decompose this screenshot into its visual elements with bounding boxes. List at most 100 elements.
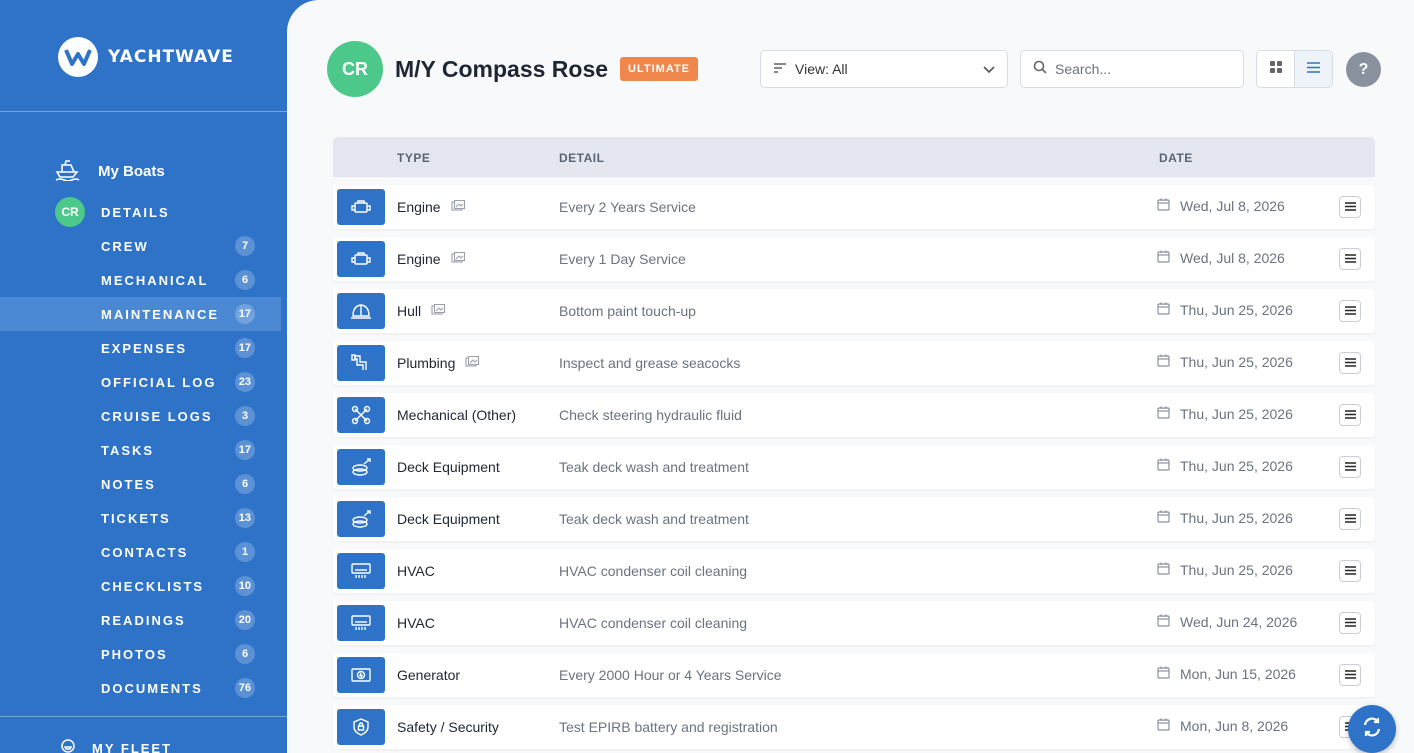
sync-button[interactable] [1348, 705, 1396, 753]
sidebar-item-label: CONTACTS [101, 544, 189, 560]
row-menu-button[interactable] [1339, 196, 1361, 218]
grid-view-button[interactable] [1257, 51, 1294, 87]
count-badge: 17 [234, 304, 255, 324]
calendar-icon [1157, 198, 1170, 214]
table-row[interactable]: Engine Every 2 Years Service Wed, Jul 8, 2… [333, 185, 1375, 229]
sidebar-item-tasks[interactable]: TASKS 17 [0, 433, 281, 467]
my-fleet-link[interactable]: MY FLEET [60, 738, 172, 753]
table-row[interactable]: Engine Every 1 Day Service Wed, Jul 8, 202… [333, 237, 1375, 281]
menu-icon [1344, 458, 1356, 476]
my-fleet-label: MY FLEET [92, 741, 173, 753]
count-badge: 17 [234, 440, 255, 460]
column-header-date[interactable]: DATE [1159, 151, 1193, 165]
row-detail: Bottom paint touch-up [559, 303, 696, 319]
menu-icon [1344, 250, 1356, 268]
sidebar-item-official-log[interactable]: OFFICIAL LOG 23 [0, 365, 281, 399]
boat-header: CR M/Y Compass Rose ULTIMATE [327, 41, 698, 97]
sidebar-item-photos[interactable]: PHOTOS 6 [0, 637, 281, 671]
calendar-icon [1157, 562, 1170, 578]
sidebar-item-expenses[interactable]: EXPENSES 17 [0, 331, 281, 365]
view-filter-select[interactable]: View: All [760, 50, 1008, 88]
help-button[interactable]: ? [1346, 52, 1381, 87]
row-type-label: HVAC [397, 563, 435, 579]
row-date: Thu, Jun 25, 2026 [1157, 510, 1293, 526]
details-link[interactable]: CR DETAILS [55, 197, 170, 227]
row-detail: Inspect and grease seacocks [559, 355, 741, 371]
sidebar-item-readings[interactable]: READINGS 20 [0, 603, 281, 637]
calendar-icon [1157, 718, 1170, 734]
sidebar-item-cruise-logs[interactable]: CRUISE LOGS 3 [0, 399, 281, 433]
row-date-value: Thu, Jun 25, 2026 [1180, 406, 1293, 422]
count-badge: 1 [235, 542, 255, 562]
sidebar-item-label: OFFICIAL LOG [101, 374, 217, 390]
row-menu-button[interactable] [1339, 612, 1361, 634]
sidebar-item-maintenance[interactable]: MAINTENANCE 17 [0, 297, 281, 331]
sidebar-item-tickets[interactable]: TICKETS 13 [0, 501, 281, 535]
count-badge: 23 [234, 372, 255, 392]
column-header-detail[interactable]: DETAIL [559, 151, 604, 165]
brand-logo[interactable]: YACHTWAVE [58, 37, 234, 77]
count-badge: 6 [235, 644, 255, 664]
row-menu-button[interactable] [1339, 352, 1361, 374]
table-row[interactable]: Hull Bottom paint touch-up Thu, Jun 25, 20… [333, 289, 1375, 333]
sidebar-item-label: READINGS [101, 612, 186, 628]
row-date-value: Thu, Jun 25, 2026 [1180, 562, 1293, 578]
row-date: Thu, Jun 25, 2026 [1157, 406, 1293, 422]
tier-badge: ULTIMATE [620, 57, 698, 81]
calendar-icon [1157, 614, 1170, 630]
boat-avatar[interactable]: CR [327, 41, 383, 97]
row-menu-button[interactable] [1339, 664, 1361, 686]
row-menu-button[interactable] [1339, 248, 1361, 270]
row-menu-button[interactable] [1339, 560, 1361, 582]
sidebar-item-notes[interactable]: NOTES 6 [0, 467, 281, 501]
row-type: HVAC [397, 563, 435, 579]
hull-icon [337, 293, 385, 329]
row-menu-button[interactable] [1339, 404, 1361, 426]
sidebar-item-label: CREW [101, 238, 149, 254]
row-detail: Teak deck wash and treatment [559, 459, 749, 475]
row-date-value: Mon, Jun 15, 2026 [1180, 666, 1296, 682]
table-row[interactable]: Safety / Security Test EPIRB battery and … [333, 705, 1375, 749]
grid-icon [1269, 60, 1282, 78]
row-type-label: HVAC [397, 615, 435, 631]
row-detail: Every 2000 Hour or 4 Years Service [559, 667, 782, 683]
calendar-icon [1157, 354, 1170, 370]
row-type: Plumbing [397, 355, 480, 371]
sidebar-item-mechanical[interactable]: MECHANICAL 6 [0, 263, 281, 297]
table-row[interactable]: Deck Equipment Teak deck wash and treatme… [333, 445, 1375, 489]
chevron-down-icon [983, 61, 995, 77]
sidebar-item-crew[interactable]: CREW 7 [0, 229, 281, 263]
column-header-type[interactable]: TYPE [397, 151, 430, 165]
engine-icon [337, 189, 385, 225]
plumbing-icon [337, 345, 385, 381]
row-type: Deck Equipment [397, 511, 500, 527]
sidebar: YACHTWAVE My Boats CR DETAILS CREW 7 MECH… [0, 0, 287, 753]
table-row[interactable]: HVAC HVAC condenser coil cleaning Thu, Jun… [333, 549, 1375, 593]
sidebar-item-documents[interactable]: DOCUMENTS 76 [0, 671, 281, 705]
table-row[interactable]: Mechanical (Other) Check steering hydraul… [333, 393, 1375, 437]
sidebar-item-contacts[interactable]: CONTACTS 1 [0, 535, 281, 569]
row-type-label: Plumbing [397, 355, 456, 371]
table-row[interactable]: HVAC HVAC condenser coil cleaning Wed, Jun… [333, 601, 1375, 645]
brand-name: YACHTWAVE [108, 47, 234, 67]
table-row[interactable]: Plumbing Inspect and grease seacocks Thu, … [333, 341, 1375, 385]
menu-icon [1344, 510, 1356, 528]
list-view-button[interactable] [1294, 51, 1332, 87]
my-boats-link[interactable]: My Boats [54, 157, 165, 185]
sidebar-item-checklists[interactable]: CHECKLISTS 10 [0, 569, 281, 603]
search-input[interactable] [1055, 61, 1215, 77]
attachment-icon [465, 355, 480, 371]
generator-icon [337, 657, 385, 693]
row-detail: Test EPIRB battery and registration [559, 719, 778, 735]
row-date: Thu, Jun 25, 2026 [1157, 354, 1293, 370]
row-menu-button[interactable] [1339, 300, 1361, 322]
row-menu-button[interactable] [1339, 508, 1361, 530]
row-type: Engine [397, 251, 466, 267]
row-type: Hull [397, 303, 446, 319]
count-badge: 10 [234, 576, 255, 596]
row-type: Generator [397, 667, 460, 683]
table-row[interactable]: Deck Equipment Teak deck wash and treatme… [333, 497, 1375, 541]
table-row[interactable]: Generator Every 2000 Hour or 4 Years Serv… [333, 653, 1375, 697]
row-menu-button[interactable] [1339, 456, 1361, 478]
my-boats-label: My Boats [98, 162, 165, 180]
